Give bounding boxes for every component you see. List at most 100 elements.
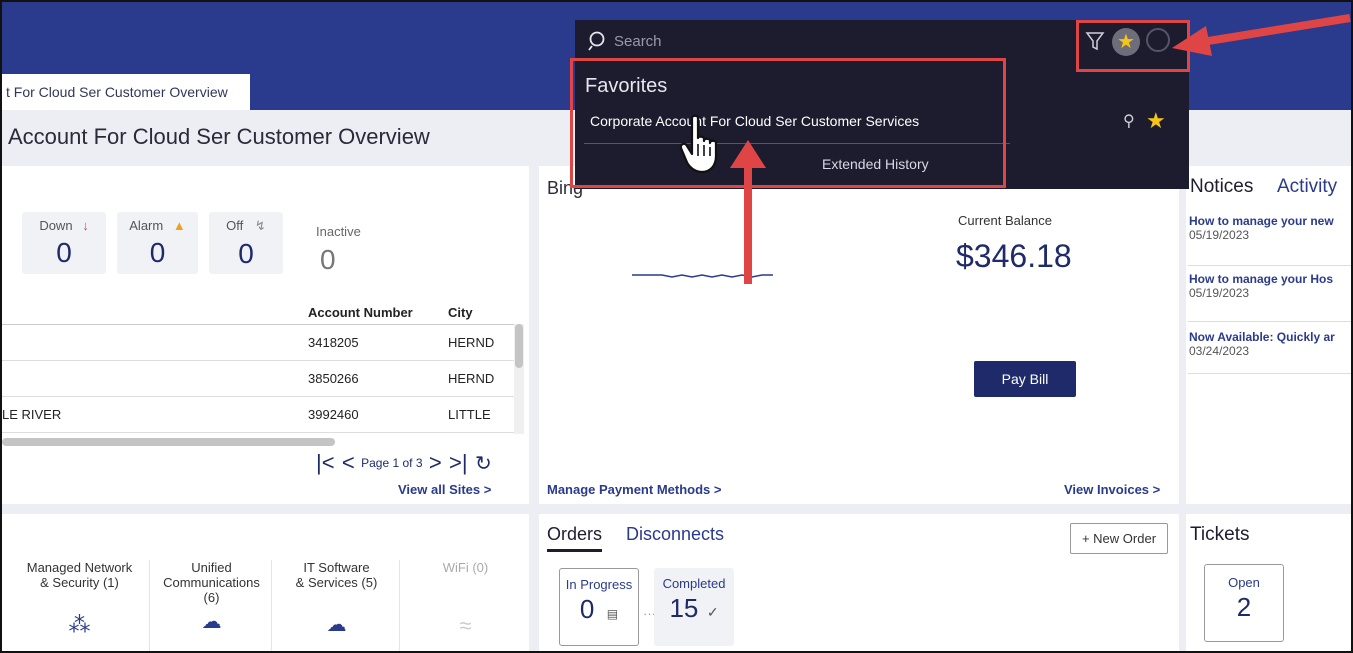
pager: |< < Page 1 of 3 > >| ↻ [316,450,492,476]
page-indicator: Page 1 of 3 [361,456,423,470]
current-balance-value: $346.18 [956,238,1072,274]
status-off-value: 0 [238,238,254,269]
page-title: Account For Cloud Ser Customer Overview [8,124,430,149]
service-label-line: (6) [203,590,220,605]
service-label-line: WiFi (0) [442,560,489,575]
annotation-box-favorites [570,58,1006,188]
notice-date: 03/24/2023 [1189,344,1250,358]
account-number-cell: 3850266 [308,360,448,397]
new-order-button[interactable]: + New Order [1070,523,1168,554]
service-category[interactable]: WiFi (0) ≈ [402,560,529,651]
status-down-value: 0 [56,237,72,268]
service-label-line: Communications [163,575,260,590]
city-cell: HERND [448,360,514,397]
refresh-icon[interactable]: ↻ [475,453,492,475]
wifi-icon: ≈ [459,613,472,638]
in-progress-card[interactable]: In Progress 0 ▤ [559,568,639,646]
horizontal-scrollbar[interactable] [2,438,335,446]
lightning-icon: ↯ [254,218,266,233]
in-progress-label: In Progress [565,577,633,592]
notice-date: 05/19/2023 [1189,228,1250,242]
pay-bill-button[interactable]: Pay Bill [974,361,1076,397]
annotation-arrow-up [730,140,766,284]
notice-title[interactable]: How to manage your Hos [1189,272,1351,286]
service-label-line: Managed Network [26,560,133,575]
table-row[interactable]: 3418205 HERND [2,324,514,361]
tab-activity[interactable]: Activity [1277,176,1337,198]
site-name-cell[interactable] [2,324,308,361]
warning-icon: ▲ [172,218,186,233]
tab-notices[interactable]: Notices [1190,176,1253,198]
next-page-icon[interactable]: > [429,450,442,475]
table-row[interactable]: LE RIVER 3992460 LITTLE [2,396,514,433]
service-category[interactable]: Managed Network & Security (1) ⁂ [10,560,150,651]
column-header-city[interactable]: City [448,302,514,325]
communications-icon: ☁ [201,611,222,633]
site-name-cell[interactable]: LE RIVER [2,396,308,433]
service-label-line: IT Software [303,560,370,575]
view-invoices-link[interactable]: View Invoices > [1064,482,1160,497]
check-circle-icon: ✓ [706,604,719,620]
prev-page-icon[interactable]: < [342,450,355,475]
service-label-line: & Security (1) [40,575,119,590]
city-cell: LITTLE [448,396,514,433]
notice-date: 05/19/2023 [1189,286,1250,300]
arrow-down-icon: ↓ [82,218,89,233]
sites-table: Account Number City 3418205 HERND 385026… [2,302,514,433]
search-input[interactable]: Search [614,33,662,50]
first-page-icon[interactable]: |< [316,450,335,475]
completed-card[interactable]: Completed 15 ✓ [654,568,734,646]
status-down[interactable]: Down ↓ 0 [22,212,106,274]
list-item[interactable]: How to manage your Hos 05/19/2023 [1188,266,1351,322]
status-inactive-label: Inactive [316,224,361,239]
pin-icon[interactable]: ⚲ [1123,111,1135,131]
account-number-cell: 3992460 [308,396,448,433]
table-row[interactable]: 3850266 HERND [2,360,514,397]
notice-title[interactable]: How to manage your new [1189,214,1351,228]
cloud-software-icon: ☁ [326,614,347,636]
manage-payment-methods-link[interactable]: Manage Payment Methods > [547,482,721,497]
tickets-title: Tickets [1190,524,1250,545]
tab-customer-overview[interactable]: t For Cloud Ser Customer Overview [2,74,250,110]
search-icon[interactable] [588,30,610,52]
app-window: t For Cloud Ser Customer Overview Accoun… [0,0,1353,653]
service-category[interactable]: IT Software & Services (5) ☁ [274,560,400,651]
vertical-scrollbar[interactable] [514,324,524,434]
view-all-sites-link[interactable]: View all Sites > [398,482,491,497]
current-balance-label: Current Balance [958,213,1052,228]
list-item[interactable]: Now Available: Quickly ar 03/24/2023 [1188,322,1351,374]
scrollbar-thumb[interactable] [515,324,523,368]
open-tickets-card[interactable]: Open 2 [1204,564,1284,642]
billing-panel [539,166,1179,504]
status-alarm-value: 0 [149,237,166,268]
in-progress-value: 0 [579,594,595,624]
site-name-cell[interactable] [2,360,308,397]
status-off[interactable]: Off ↯ 0 [209,212,283,274]
open-tickets-label: Open [1228,575,1260,590]
favorite-star-icon[interactable]: ★ [1146,108,1166,134]
notice-list: How to manage your new 05/19/2023 How to… [1188,214,1351,374]
service-category[interactable]: Unified Communications (6) ☁ [152,560,272,651]
completed-label: Completed [662,576,726,591]
service-label-line: Unified [191,560,232,575]
annotation-arrow-left [1172,14,1351,56]
table-header-row: Account Number City [2,302,514,325]
tab-disconnects[interactable]: Disconnects [626,524,724,545]
service-label-line: & Services (5) [295,575,378,590]
completed-value: 15 [669,593,699,623]
notice-title[interactable]: Now Available: Quickly ar [1189,330,1351,344]
column-header-account-number[interactable]: Account Number [308,302,448,325]
tab-orders[interactable]: Orders [547,524,603,552]
status-off-label: Off [226,218,244,233]
open-tickets-value: 2 [1236,592,1252,622]
status-inactive-value: 0 [320,244,336,275]
city-cell: HERND [448,324,514,361]
status-alarm[interactable]: Alarm ▲ 0 [117,212,198,274]
list-item[interactable]: How to manage your new 05/19/2023 [1188,214,1351,266]
billing-title-head: Bi [547,178,564,198]
last-page-icon[interactable]: >| [449,450,468,475]
status-alarm-label: Alarm [129,218,164,233]
document-icon: ▤ [606,607,619,621]
account-number-cell: 3418205 [308,324,448,361]
status-down-label: Down [39,218,73,233]
